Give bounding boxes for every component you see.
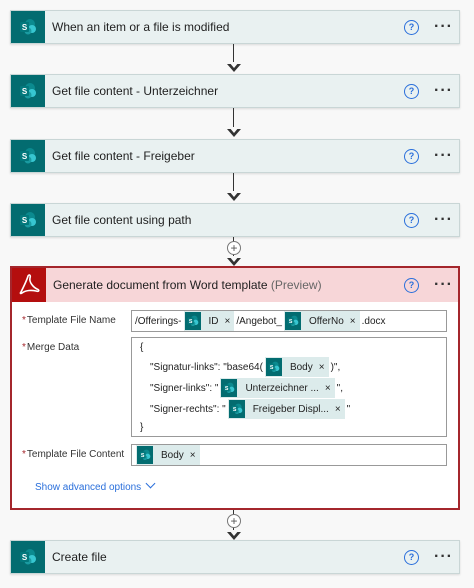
- arrow-down-icon: [227, 256, 241, 266]
- sharepoint-icon: [11, 140, 45, 172]
- step-title: Get file content using path: [52, 213, 192, 227]
- create-file-card[interactable]: Create file ? ···: [10, 540, 460, 574]
- remove-token-icon[interactable]: ×: [333, 404, 345, 415]
- dynamic-token-body[interactable]: Body ×: [264, 357, 329, 377]
- remove-token-icon[interactable]: ×: [323, 383, 335, 394]
- get-file-content-freigeber-card[interactable]: Get file content - Freigeber ? ···: [10, 139, 460, 173]
- remove-token-icon[interactable]: ×: [223, 316, 235, 327]
- sharepoint-icon: [265, 358, 282, 376]
- remove-token-icon[interactable]: ×: [317, 362, 329, 373]
- step-title: Generate document from Word template: [53, 278, 268, 292]
- merge-data-input[interactable]: { "Signatur-links": "base64( Body × )", …: [131, 337, 447, 437]
- template-file-content-label: *Template File Content: [22, 449, 125, 460]
- show-advanced-options-link[interactable]: Show advanced options: [35, 478, 156, 493]
- step-title: Create file: [52, 550, 107, 564]
- sharepoint-icon: [228, 400, 245, 418]
- help-icon[interactable]: ?: [404, 20, 419, 35]
- insert-step-button[interactable]: +: [227, 241, 241, 255]
- more-options-icon[interactable]: ···: [434, 277, 453, 293]
- more-options-icon[interactable]: ···: [434, 549, 453, 565]
- step-title: Get file content - Freigeber: [52, 149, 195, 163]
- sharepoint-icon: [11, 204, 45, 236]
- remove-token-icon[interactable]: ×: [188, 450, 200, 461]
- dynamic-token-offerno[interactable]: OfferNo ×: [283, 311, 360, 331]
- trigger-card[interactable]: When an item or a file is modified ? ···: [10, 10, 460, 44]
- sharepoint-icon: [221, 379, 238, 397]
- arrow-down-icon: [227, 62, 241, 72]
- more-options-icon[interactable]: ···: [434, 83, 453, 99]
- step-title: Get file content - Unterzeichner: [52, 84, 219, 98]
- remove-token-icon[interactable]: ×: [348, 316, 360, 327]
- get-file-content-unterzeichner-card[interactable]: Get file content - Unterzeichner ? ···: [10, 74, 460, 108]
- merge-data-label: *Merge Data: [22, 342, 80, 353]
- arrow-down-icon: [227, 191, 241, 201]
- dynamic-token-id[interactable]: ID ×: [183, 311, 235, 331]
- dynamic-token-unterzeichner[interactable]: Unterzeichner ... ×: [220, 378, 335, 398]
- template-file-name-label: *Template File Name: [22, 315, 116, 326]
- sharepoint-icon: [184, 312, 201, 330]
- dynamic-token-body[interactable]: Body ×: [136, 445, 200, 465]
- more-options-icon[interactable]: ···: [434, 212, 453, 228]
- adobe-pdf-icon: [12, 268, 46, 302]
- help-icon[interactable]: ?: [404, 213, 419, 228]
- template-file-content-input[interactable]: Body ×: [131, 444, 447, 466]
- arrow-down-icon: [227, 530, 241, 540]
- step-title: When an item or a file is modified: [52, 20, 230, 34]
- sharepoint-icon: [284, 312, 301, 330]
- help-icon[interactable]: ?: [404, 149, 419, 164]
- help-icon[interactable]: ?: [404, 278, 419, 293]
- sharepoint-icon: [11, 75, 45, 107]
- sharepoint-icon: [11, 11, 45, 43]
- dynamic-token-freigeber[interactable]: Freigeber Displ... ×: [227, 399, 345, 419]
- insert-step-button[interactable]: +: [227, 514, 241, 528]
- more-options-icon[interactable]: ···: [434, 148, 453, 164]
- help-icon[interactable]: ?: [404, 550, 419, 565]
- sharepoint-icon: [137, 446, 153, 464]
- arrow-down-icon: [227, 127, 241, 137]
- card-header[interactable]: Generate document from Word template (Pr…: [12, 268, 458, 302]
- more-options-icon[interactable]: ···: [434, 19, 453, 35]
- help-icon[interactable]: ?: [404, 84, 419, 99]
- template-file-name-input[interactable]: /Offerings- ID × /Angebot_ OfferNo × .do…: [131, 310, 447, 332]
- chevron-down-icon: [145, 478, 156, 489]
- generate-document-card[interactable]: Generate document from Word template (Pr…: [10, 266, 460, 510]
- preview-label: (Preview): [270, 278, 322, 292]
- get-file-content-using-path-card[interactable]: Get file content using path ? ···: [10, 203, 460, 237]
- sharepoint-icon: [11, 541, 45, 573]
